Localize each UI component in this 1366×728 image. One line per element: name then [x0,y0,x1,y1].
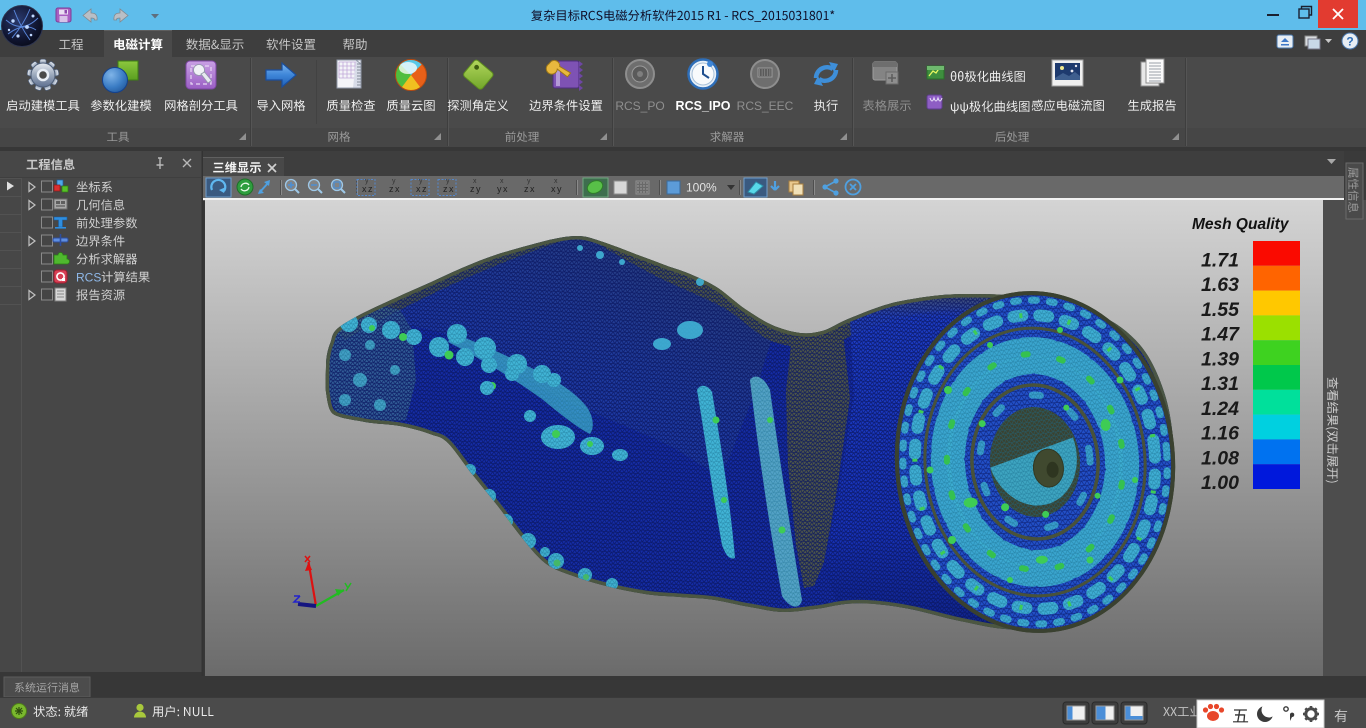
svg-text:y: y [365,178,369,185]
svg-text:z: z [422,184,427,194]
svg-text:RCS: RCS [76,271,101,285]
svg-text:y: y [476,184,481,194]
svg-text:z: z [443,184,448,194]
svg-text:y: y [557,184,562,194]
svg-text:y: y [446,178,450,185]
svg-text:1.31: 1.31 [1201,373,1239,395]
svg-text:1.71: 1.71 [1201,250,1239,272]
svg-text:x: x [503,184,508,194]
svg-text:Mesh Quality: Mesh Quality [1192,216,1290,233]
svg-text:x: x [449,184,454,194]
svg-text:x: x [530,184,535,194]
svg-text:1.63: 1.63 [1201,274,1239,296]
svg-text:x: x [395,184,400,194]
svg-text:y: y [527,178,531,185]
svg-text:1.24: 1.24 [1201,398,1239,420]
svg-text:RCS_PO: RCS_PO [615,99,664,113]
svg-text:z: z [470,184,475,194]
svg-text:1.00: 1.00 [1201,472,1239,494]
svg-text:y: y [392,178,396,185]
svg-text:z: z [524,184,529,194]
svg-text:?: ? [1346,35,1353,49]
svg-text:RCS_IPO: RCS_IPO [676,99,731,113]
svg-text:x: x [362,184,367,194]
svg-text:x: x [416,184,421,194]
svg-text:1.47: 1.47 [1201,324,1240,346]
svg-text:100%: 100% [686,181,717,195]
svg-text:1.16: 1.16 [1201,423,1239,445]
svg-text:x: x [473,178,477,185]
svg-text:1.55: 1.55 [1201,299,1240,321]
svg-text:x: x [554,178,558,185]
svg-text:x: x [500,178,504,185]
svg-text:RCS_EEC: RCS_EEC [737,99,794,113]
svg-text:1.08: 1.08 [1201,447,1239,469]
svg-text:z: z [368,184,373,194]
svg-text:y: y [419,178,423,185]
svg-text:y: y [497,184,502,194]
svg-text:1.39: 1.39 [1201,348,1239,370]
svg-text:z: z [389,184,394,194]
svg-text:x: x [551,184,556,194]
